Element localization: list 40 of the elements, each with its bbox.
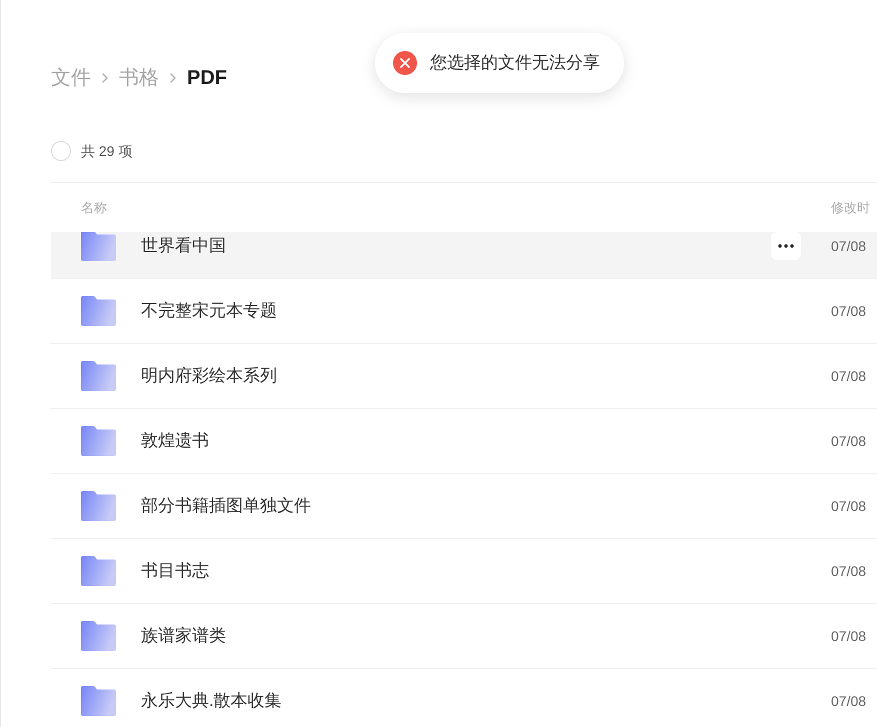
more-button[interactable] <box>771 232 801 260</box>
breadcrumb-current: PDF <box>187 66 227 91</box>
folder-name: 永乐大典.散本收集 <box>141 690 283 712</box>
modified-date: 07/08 <box>831 562 868 580</box>
folder-icon <box>81 686 116 716</box>
folder-icon <box>81 491 116 521</box>
folder-icon <box>81 556 116 586</box>
folder-name: 敦煌遗书 <box>141 430 210 452</box>
folder-icon <box>81 426 116 456</box>
folder-row[interactable]: 部分书籍插图单独文件 07/08 <box>51 474 877 539</box>
modified-date: 07/08 <box>831 496 868 516</box>
folder-row[interactable]: 族谱家谱类 07/08 <box>51 604 877 669</box>
modified-date: 07/08 <box>831 302 868 320</box>
folder-name: 世界看中国 <box>141 235 227 258</box>
folder-name: 明内府彩绘本系列 <box>141 365 278 388</box>
folder-icon <box>81 621 116 651</box>
folder-icon <box>81 296 116 326</box>
item-count: 共 29 项 <box>81 142 132 161</box>
modified-date: 07/08 <box>831 366 868 386</box>
folder-icon <box>81 361 116 391</box>
chevron-right-icon <box>170 73 176 83</box>
toast-message: 您选择的文件无法分享 <box>430 52 600 74</box>
chevron-right-icon <box>102 73 108 83</box>
select-all-checkbox[interactable] <box>51 141 71 161</box>
folder-name: 不完整宋元本专题 <box>141 300 278 322</box>
modified-date: 07/08 <box>831 432 868 450</box>
folder-row[interactable]: 明内府彩绘本系列 07/08 <box>51 344 877 409</box>
modified-date: 07/08 <box>831 626 868 646</box>
folder-name: 书目书志 <box>141 560 210 582</box>
folder-row[interactable]: 书目书志 07/08 <box>51 539 877 604</box>
modified-date: 07/08 <box>831 692 868 710</box>
modified-date: 07/08 <box>831 236 868 256</box>
more-icon <box>778 244 794 248</box>
folder-row[interactable]: 敦煌遗书 07/08 <box>51 409 877 474</box>
folder-row[interactable]: 世界看中国 07/08 <box>51 232 877 279</box>
folder-icon <box>81 232 116 261</box>
folder-row[interactable]: 不完整宋元本专题 07/08 <box>51 279 877 344</box>
folder-row[interactable]: 永乐大典.散本收集 07/08 <box>51 669 877 727</box>
folder-name: 部分书籍插图单独文件 <box>141 495 312 518</box>
folder-name: 族谱家谱类 <box>141 625 227 648</box>
